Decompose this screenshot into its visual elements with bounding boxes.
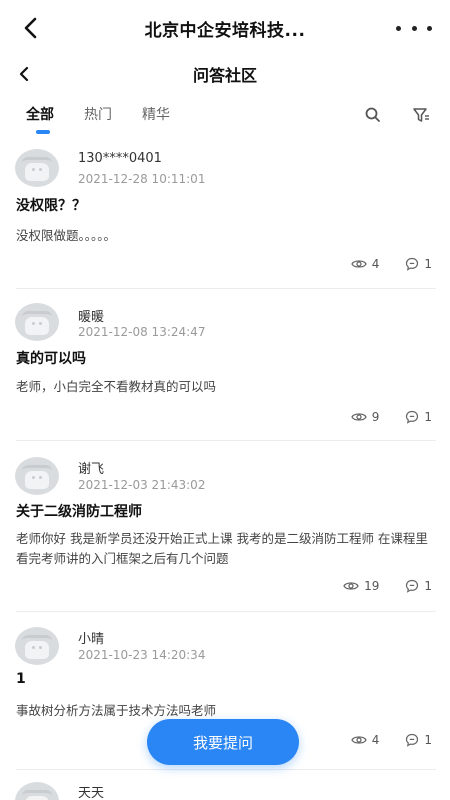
filter-icon[interactable]	[412, 106, 430, 124]
avatar	[15, 457, 59, 495]
post-body: 事故树分析方法属于技术方法吗老师	[16, 703, 217, 718]
avatar	[15, 303, 59, 341]
tab-all[interactable]: 全部	[26, 104, 54, 124]
comment-count: 1	[424, 257, 432, 271]
view-count: 4	[371, 257, 380, 271]
view-count: 19	[364, 579, 380, 593]
post-body: 没权限做题。。。。。	[16, 228, 117, 243]
app-title: 北京中企安培科技...	[144, 20, 306, 41]
divider	[16, 611, 436, 612]
view-count: 4	[371, 733, 380, 747]
post-stats: 19 1	[317, 579, 432, 593]
ask-question-button[interactable]: 我要提问	[147, 719, 299, 765]
post-username: 暖暖	[78, 310, 105, 325]
divider	[16, 769, 436, 770]
eye-icon	[350, 413, 367, 421]
post-body: 老师，小白完全不看教材真的可以吗	[16, 379, 217, 394]
post-title: 没权限？？	[16, 198, 86, 214]
chevron-left-icon	[19, 66, 29, 82]
comment-icon	[406, 257, 419, 271]
tab-active-indicator	[36, 130, 50, 134]
comment-count: 1	[424, 410, 432, 424]
tab-bar: 全部 热门 精华	[0, 98, 450, 138]
comment-count: 1	[424, 579, 432, 593]
page-title: 问答社区	[192, 66, 257, 85]
comment-icon	[406, 733, 419, 747]
avatar	[15, 782, 59, 800]
post-username: 小晴	[78, 632, 105, 647]
page-back-button[interactable]	[12, 62, 36, 86]
post-stats: 4 1	[325, 257, 432, 271]
eye-icon	[350, 736, 367, 744]
post-date: 2021-12-28 10:11:01	[78, 172, 206, 186]
comment-count: 1	[424, 733, 432, 747]
post-username: 130****0401	[78, 151, 162, 166]
app-header: 北京中企安培科技...	[0, 0, 450, 56]
post-title: 1	[16, 671, 26, 687]
view-count: 9	[371, 410, 380, 424]
tab-hot[interactable]: 热门	[84, 104, 112, 124]
divider	[16, 288, 436, 289]
comment-icon	[406, 579, 419, 593]
back-button[interactable]	[16, 14, 44, 42]
post-title: 关于二级消防工程师	[16, 504, 142, 520]
tab-featured[interactable]: 精华	[142, 104, 170, 124]
post-body: 老师你好 我是新学员还没开始正式上课 我考的是二级消防工程师 在课程里看完考师讲…	[16, 531, 428, 566]
post-date: 2021-12-03 21:43:02	[78, 478, 206, 492]
avatar	[15, 627, 59, 665]
post-username: 谢飞	[78, 462, 105, 477]
eye-icon	[350, 260, 367, 268]
post-stats: 9 1	[325, 410, 432, 424]
comment-icon	[406, 410, 419, 424]
chevron-left-icon	[24, 17, 37, 39]
page-header: 问答社区	[0, 56, 450, 92]
divider	[16, 440, 436, 441]
avatar	[15, 149, 59, 187]
post-username: 天天	[78, 786, 105, 800]
more-button[interactable]	[396, 14, 432, 42]
search-icon[interactable]	[364, 106, 382, 124]
post-stats: 4 1	[325, 733, 432, 747]
post-date: 2021-12-08 13:24:47	[78, 325, 206, 339]
more-dots-icon	[396, 25, 401, 31]
post-date: 2021-10-23 14:20:34	[78, 648, 206, 662]
post-title: 真的可以吗	[16, 351, 86, 367]
eye-icon	[343, 582, 359, 590]
